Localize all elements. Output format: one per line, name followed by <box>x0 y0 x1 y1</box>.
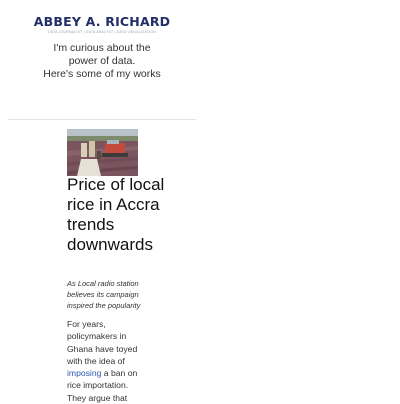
imposing-link[interactable]: imposing <box>67 368 101 378</box>
rice-field-photo <box>67 129 138 176</box>
article-image[interactable] <box>67 129 138 176</box>
section-divider <box>8 119 196 120</box>
brand-name: ABBEY A. RICHARD <box>33 14 171 29</box>
article-body-text: For years, policymakers in Ghana have to… <box>67 319 138 366</box>
brand-logo[interactable]: ABBEY A. RICHARD DATA JOURNALIST | DATA … <box>0 14 204 35</box>
intro-line-2: power of data. <box>68 55 136 67</box>
article-subtitle: As Local radio station believes its camp… <box>67 279 141 310</box>
intro-line-3: Here's some of my works <box>43 68 161 80</box>
article-body: For years, policymakers in Ghana have to… <box>67 318 143 404</box>
article-title[interactable]: Price of local rice in Accra trends down… <box>67 175 167 255</box>
brand-tagline: DATA JOURNALIST | DATA ANALYST | DATA VI… <box>48 30 156 34</box>
intro-text: I'm curious about the power of data. Her… <box>0 42 204 81</box>
intro-line-1: I'm curious about the <box>53 42 151 54</box>
